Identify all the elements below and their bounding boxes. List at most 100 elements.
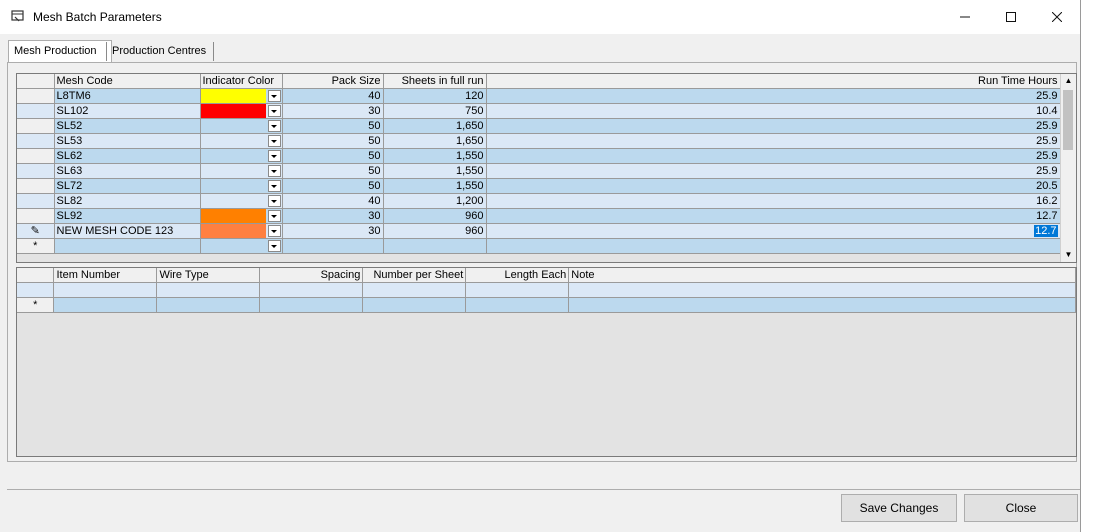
cell-indicator-color[interactable]: [200, 178, 283, 194]
table-row[interactable]: SL62 50 1,550 25.9: [17, 148, 1061, 164]
cell-mesh-code[interactable]: SL72: [54, 178, 201, 194]
row-selector[interactable]: [17, 148, 55, 164]
cell-run-time-hours[interactable]: 25.9: [486, 163, 1061, 179]
col-number-per-sheet[interactable]: Number per Sheet: [362, 268, 467, 283]
cell-item-number[interactable]: [53, 282, 158, 298]
col-run-time-hours[interactable]: Run Time Hours: [486, 74, 1061, 89]
cell-note[interactable]: [568, 282, 1076, 298]
cell-sheets-in-full-run[interactable]: 1,550: [383, 163, 487, 179]
cell-run-time-hours[interactable]: 16.2: [486, 193, 1061, 209]
chevron-down-icon[interactable]: [267, 150, 281, 162]
chevron-down-icon[interactable]: [267, 105, 281, 117]
cell-spacing[interactable]: [259, 282, 364, 298]
row-selector[interactable]: [17, 208, 55, 224]
col-wire-type[interactable]: Wire Type: [156, 268, 261, 283]
col-item-number[interactable]: Item Number: [53, 268, 158, 283]
col-pack-size[interactable]: Pack Size: [282, 74, 384, 89]
cell-indicator-color[interactable]: [200, 103, 283, 119]
cell-sheets-in-full-run[interactable]: 1,200: [383, 193, 487, 209]
table-row[interactable]: L8TM6 40 120 25.9: [17, 88, 1061, 104]
cell-number-per-sheet[interactable]: [362, 282, 467, 298]
chevron-down-icon[interactable]: [267, 90, 281, 102]
cell-mesh-code[interactable]: L8TM6: [54, 88, 201, 104]
minimize-button[interactable]: [942, 0, 988, 34]
cell-pack-size[interactable]: 30: [282, 103, 384, 119]
chevron-down-icon[interactable]: [267, 120, 281, 132]
cell-run-time-hours[interactable]: 12.7: [486, 223, 1061, 239]
cell-indicator-color[interactable]: [200, 223, 283, 239]
table-row[interactable]: SL92 30 960 12.7: [17, 208, 1061, 224]
cell-sheets-in-full-run[interactable]: 960: [383, 223, 487, 239]
cell-run-time-hours[interactable]: 25.9: [486, 118, 1061, 134]
chevron-down-icon[interactable]: [267, 210, 281, 222]
cell-run-time-hours[interactable]: 12.7: [486, 208, 1061, 224]
tab-production-centres[interactable]: Production Centres: [106, 42, 214, 61]
selected-value[interactable]: 12.7: [1034, 225, 1058, 237]
scroll-down-icon[interactable]: ▼: [1061, 248, 1076, 262]
tab-mesh-production[interactable]: Mesh Production: [8, 40, 112, 63]
table-row[interactable]: SL63 50 1,550 25.9: [17, 163, 1061, 179]
col-note[interactable]: Note: [568, 268, 1076, 283]
row-selector[interactable]: [17, 88, 55, 104]
table-row[interactable]: ✎ NEW MESH CODE 123 30 960 12.7: [17, 223, 1061, 239]
cell-pack-size[interactable]: 50: [282, 148, 384, 164]
cell-indicator-color[interactable]: [200, 148, 283, 164]
cell-pack-size[interactable]: 50: [282, 178, 384, 194]
chevron-down-icon[interactable]: [267, 180, 281, 192]
chevron-down-icon[interactable]: [267, 240, 281, 252]
cell-sheets-in-full-run[interactable]: 1,650: [383, 133, 487, 149]
cell-mesh-code[interactable]: [54, 238, 201, 254]
cell-sheets-in-full-run[interactable]: 1,550: [383, 178, 487, 194]
col-length-each[interactable]: Length Each: [465, 268, 570, 283]
cell-length-each[interactable]: [465, 297, 570, 313]
cell-pack-size[interactable]: 40: [282, 193, 384, 209]
col-spacing[interactable]: Spacing: [259, 268, 364, 283]
cell-indicator-color[interactable]: [200, 163, 283, 179]
cell-indicator-color[interactable]: [200, 238, 283, 254]
chevron-down-icon[interactable]: [267, 225, 281, 237]
cell-run-time-hours[interactable]: [486, 238, 1061, 254]
cell-run-time-hours[interactable]: 20.5: [486, 178, 1061, 194]
col-indicator-color[interactable]: Indicator Color: [200, 74, 283, 89]
cell-mesh-code[interactable]: SL82: [54, 193, 201, 209]
cell-wire-type[interactable]: [156, 282, 261, 298]
cell-run-time-hours[interactable]: 10.4: [486, 103, 1061, 119]
cell-note[interactable]: [568, 297, 1076, 313]
cell-mesh-code[interactable]: SL102: [54, 103, 201, 119]
cell-mesh-code[interactable]: SL92: [54, 208, 201, 224]
detail-new-row[interactable]: *: [17, 297, 1076, 313]
maximize-button[interactable]: [988, 0, 1034, 34]
cell-pack-size[interactable]: 40: [282, 88, 384, 104]
mesh-new-row[interactable]: *: [17, 238, 1061, 254]
cell-run-time-hours[interactable]: 25.9: [486, 88, 1061, 104]
cell-pack-size[interactable]: [282, 238, 384, 254]
row-selector[interactable]: [17, 163, 55, 179]
row-selector[interactable]: [17, 282, 55, 298]
table-row[interactable]: SL102 30 750 10.4: [17, 103, 1061, 119]
cell-sheets-in-full-run[interactable]: [383, 238, 487, 254]
cell-pack-size[interactable]: 30: [282, 223, 384, 239]
scroll-up-icon[interactable]: ▲: [1061, 74, 1076, 88]
cell-mesh-code[interactable]: SL53: [54, 133, 201, 149]
cell-sheets-in-full-run[interactable]: 1,550: [383, 148, 487, 164]
table-row[interactable]: SL53 50 1,650 25.9: [17, 133, 1061, 149]
close-window-button[interactable]: [1034, 0, 1080, 34]
detail-row[interactable]: [17, 282, 1076, 298]
cell-indicator-color[interactable]: [200, 88, 283, 104]
cell-item-number[interactable]: [53, 297, 158, 313]
cell-mesh-code[interactable]: SL63: [54, 163, 201, 179]
cell-indicator-color[interactable]: [200, 208, 283, 224]
save-changes-button[interactable]: Save Changes: [841, 494, 957, 522]
cell-indicator-color[interactable]: [200, 193, 283, 209]
cell-spacing[interactable]: [259, 297, 364, 313]
row-selector[interactable]: [17, 118, 55, 134]
cell-mesh-code[interactable]: SL52: [54, 118, 201, 134]
cell-pack-size[interactable]: 50: [282, 133, 384, 149]
row-selector[interactable]: [17, 103, 55, 119]
table-row[interactable]: SL72 50 1,550 20.5: [17, 178, 1061, 194]
cell-pack-size[interactable]: 30: [282, 208, 384, 224]
cell-length-each[interactable]: [465, 282, 570, 298]
cell-run-time-hours[interactable]: 25.9: [486, 148, 1061, 164]
row-selector[interactable]: [17, 133, 55, 149]
close-button[interactable]: Close: [964, 494, 1078, 522]
